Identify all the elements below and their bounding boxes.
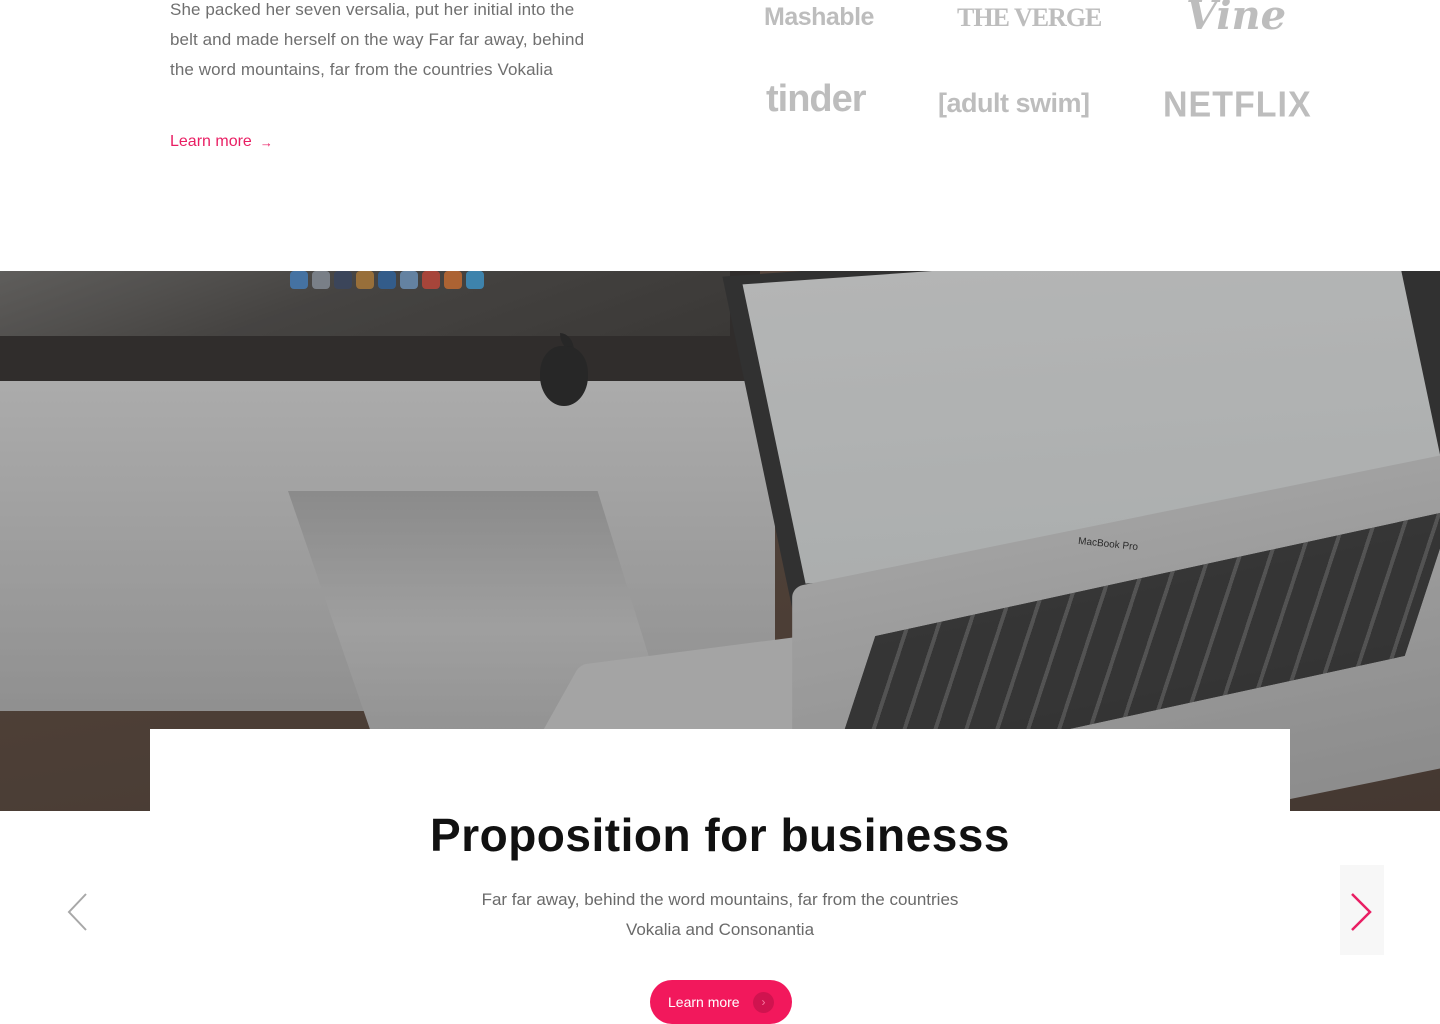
logo-vine: Vine <box>1186 0 1287 39</box>
chevron-right-icon <box>1351 893 1372 931</box>
logo-the-verge: THE VERGE <box>957 3 1102 32</box>
carousel-next-button[interactable] <box>1340 865 1384 955</box>
logo-tinder: tinder <box>766 78 867 120</box>
learn-more-button-label: Learn more <box>668 994 740 1010</box>
learn-more-link[interactable]: Learn more → <box>170 133 273 151</box>
card-title: Proposition for businesss <box>430 809 1010 861</box>
logo-adult-swim: [adult swim] <box>938 88 1090 118</box>
logo-netflix: NETFLIX <box>1163 85 1312 125</box>
chevron-right-icon: › <box>753 992 774 1013</box>
learn-more-label: Learn more <box>170 133 252 150</box>
learn-more-button[interactable]: Learn more › <box>650 980 792 1024</box>
proposition-card: Proposition for businesss Far far away, … <box>150 729 1290 1024</box>
card-subtitle: Far far away, behind the word mountains,… <box>481 890 959 939</box>
carousel-prev-button[interactable] <box>66 892 90 932</box>
logo-mashable: Mashable <box>764 3 874 31</box>
chevron-left-icon <box>67 893 87 931</box>
arrow-right-icon: → <box>259 134 273 150</box>
intro-paragraph: She packed her seven versalia, put her i… <box>170 0 585 79</box>
